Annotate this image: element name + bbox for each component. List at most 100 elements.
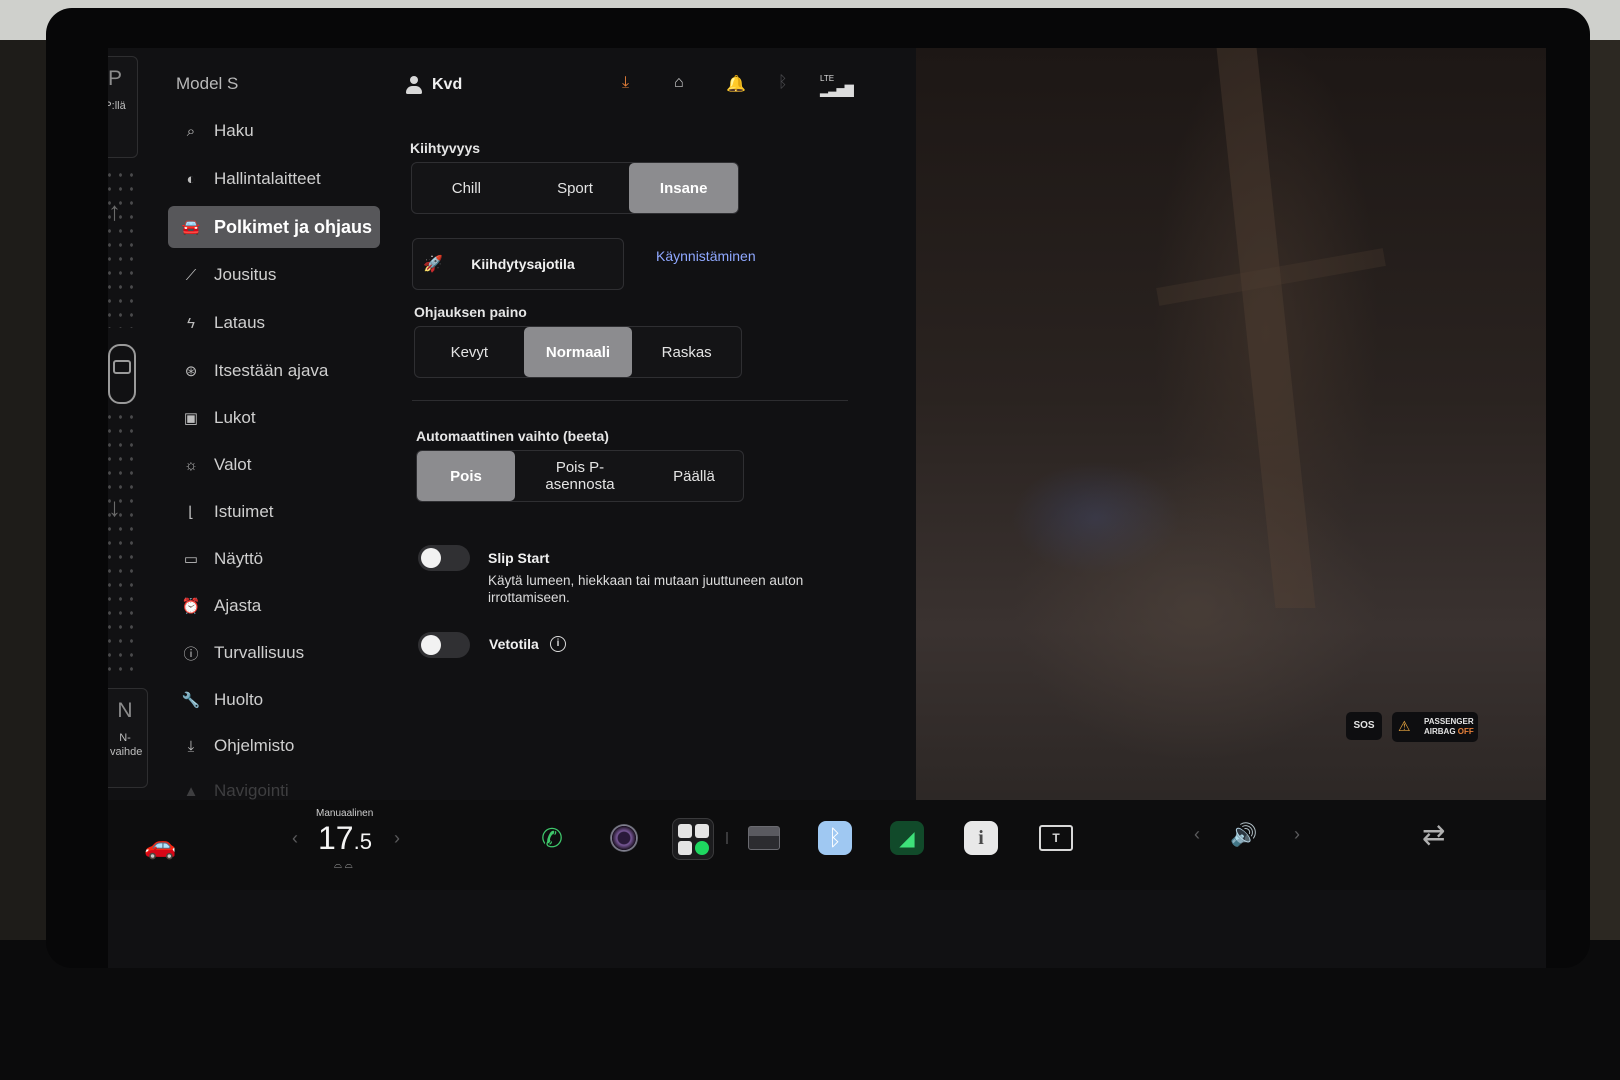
acceleration-chill-button[interactable]: Chill [412, 163, 521, 213]
sidebar-item-label: Ohjelmisto [214, 736, 295, 755]
sidebar-item-label: Navigointi [214, 781, 289, 800]
sidebar-item-label: Ajasta [214, 596, 262, 615]
temp-decimal: .5 [353, 829, 372, 854]
download-icon: ⤓ [187, 737, 195, 755]
gear-neutral[interactable]: N N-vaihde [108, 688, 148, 788]
car-top-view-icon [108, 344, 136, 404]
airbag-word: AIRBAG [1424, 727, 1456, 736]
gear-neutral-label: N-vaihde [110, 732, 143, 758]
display-icon: ▭ [183, 551, 199, 568]
sidebar-item-software[interactable]: ⤓ Ohjelmisto [168, 725, 380, 767]
bolt-icon: ϟ [187, 314, 195, 332]
launcher-icon[interactable] [672, 818, 714, 860]
sidebar-item-pedals-steering[interactable]: 🚘 Polkimet ja ohjaus [168, 206, 380, 248]
wrench-icon: 🔧 [181, 692, 201, 709]
temp-increase-chevron-icon[interactable]: › [394, 828, 400, 849]
launch-instructions-link[interactable]: Käynnistäminen [656, 248, 756, 264]
toybox-icon[interactable]: T [1036, 818, 1076, 858]
airbag-line2: AIRBAG OFF [1424, 727, 1474, 736]
auto-shift-off-from-park-button[interactable]: Pois P-asennosta [515, 451, 645, 501]
bluetooth-icon[interactable]: ᛒ [818, 821, 852, 855]
passenger-airbag-badge: ⚠ PASSENGER AIRBAG OFF [1392, 712, 1478, 742]
settings-sidebar: Model S ⌕ Haku ◐ Hallintalaitteet 🚘 Polk… [168, 48, 388, 808]
camera-icon[interactable] [604, 818, 644, 858]
acceleration-label: Kiihtyvyys [410, 140, 481, 156]
sidebar-item-label: Haku [214, 121, 254, 140]
gear-park[interactable]: P P:llä [108, 56, 138, 158]
slip-start-description: Käytä lumeen, hiekkaan tai mutaan juuttu… [488, 573, 804, 605]
sidebar-item-label: Polkimet ja ohjaus [214, 216, 373, 237]
temp-decrease-chevron-icon[interactable]: ‹ [292, 828, 298, 849]
sidebar-item-service[interactable]: 🔧 Huolto [168, 679, 380, 721]
gear-selector[interactable]: P P:llä ↑ ↓ N N-vaihde [108, 56, 150, 796]
user-icon[interactable] [406, 76, 422, 94]
sidebar-item-display[interactable]: ▭ Näyttö [168, 538, 380, 580]
sidebar-item-label: Jousitus [214, 265, 277, 284]
sidebar-item-lights[interactable]: ☼ Valot [168, 444, 380, 486]
steering-wheel-icon: ⊛ [184, 363, 198, 380]
dashcam-icon[interactable] [744, 818, 784, 858]
phone-icon[interactable]: ✆ [532, 818, 572, 858]
wrench-icon: ⟋ [185, 266, 197, 284]
volume-up-chevron-icon[interactable]: › [1294, 824, 1300, 845]
alert-circle-icon: ⓘ [183, 645, 199, 663]
sun-icon: ☼ [184, 456, 198, 474]
software-update-icon[interactable]: ⤓ [622, 74, 629, 92]
acceleration-sport-button[interactable]: Sport [521, 163, 630, 213]
homelink-garage-icon[interactable]: ⌂ [674, 74, 684, 92]
sidebar-item-suspension[interactable]: ⟋ Jousitus [168, 254, 380, 296]
sidebar-item-seats[interactable]: ⌊ Istuimet [168, 491, 380, 533]
auto-shift-label: Automaattinen vaihto (beeta) [416, 428, 609, 444]
background-left [0, 40, 50, 940]
car-controls-icon[interactable]: 🚗 [144, 830, 176, 861]
swap-arrows-icon[interactable]: ⇄ [1422, 818, 1445, 851]
cabin-temperature[interactable]: 17.5 [318, 820, 372, 857]
airbag-state: OFF [1457, 727, 1474, 736]
sidebar-item-schedule[interactable]: ⏰ Ajasta [168, 585, 380, 627]
acceleration-selector: Chill Sport Insane [411, 162, 739, 214]
sidebar-item-label: Istuimet [214, 502, 274, 521]
acceleration-insane-button[interactable]: Insane [629, 163, 739, 213]
alarm-clock-icon: ⏰ [181, 598, 201, 615]
slip-start-toggle[interactable] [418, 545, 470, 571]
info-icon[interactable]: i [550, 636, 566, 652]
auto-shift-off-button[interactable]: Pois [417, 451, 515, 501]
gear-track-dots-lower [108, 410, 136, 680]
notification-bell-icon[interactable]: 🔔 [726, 74, 746, 94]
model-title: Model S [176, 74, 239, 93]
sidebar-item-charging[interactable]: ϟ Lataus [168, 302, 380, 344]
sidebar-item-locks[interactable]: ▣ Lukot [168, 397, 380, 439]
camera-feed [916, 48, 1546, 823]
auto-shift-on-button[interactable]: Päällä [645, 451, 743, 501]
fan-vent-icon: ⌓ ⌓ [334, 860, 353, 871]
bluetooth-status-icon[interactable]: ᛒ [778, 74, 788, 92]
traction-mode-toggle[interactable] [418, 632, 470, 658]
sidebar-item-search[interactable]: ⌕ Haku [168, 110, 380, 152]
sos-badge: SOS [1346, 712, 1382, 740]
launch-mode-button[interactable]: 🚀 Kiihdytysajotila [412, 238, 624, 290]
user-profile-name[interactable]: Kvd [432, 76, 462, 94]
traction-mode-title: Vetotila [489, 636, 539, 652]
settings-panel: Kvd ⤓ ⌂ 🔔 ᛒ LTE ▂▃▅▇ Kiihtyvyys Chill Sp… [404, 48, 864, 818]
climate-mode-label: Manuaalinen [316, 808, 374, 819]
gear-neutral-letter: N [117, 699, 133, 722]
arrow-down-icon: ↓ [108, 492, 121, 522]
volume-down-chevron-icon[interactable]: ‹ [1194, 824, 1200, 845]
toggle-knob [421, 635, 441, 655]
sidebar-item-autopilot[interactable]: ⊛ Itsestään ajava [168, 350, 380, 392]
arrow-up-icon: ↑ [108, 196, 121, 226]
airbag-icon: ⚠ [1398, 718, 1411, 734]
sidebar-item-controls[interactable]: ◐ Hallintalaitteet [168, 158, 380, 200]
manual-icon[interactable]: i [964, 821, 998, 855]
sidebar-item-label: Turvallisuus [214, 643, 305, 662]
steering-normal-button[interactable]: Normaali [523, 327, 633, 377]
energy-icon[interactable]: ◢ [890, 821, 924, 855]
sidebar-item-safety[interactable]: ⓘ Turvallisuus [168, 632, 380, 674]
steering-light-button[interactable]: Kevyt [415, 327, 524, 377]
steering-heavy-button[interactable]: Raskas [632, 327, 741, 377]
search-icon: ⌕ [186, 122, 196, 140]
app-separator [726, 832, 728, 844]
steering-weight-selector: Kevyt Normaali Raskas [414, 326, 742, 378]
volume-icon[interactable]: 🔊 [1230, 822, 1257, 848]
bottom-taskbar: 🚗 ‹ Manuaalinen 17.5 ⌓ ⌓ › ✆ ᛒ ◢ i T ‹ 🔊… [108, 800, 1546, 890]
